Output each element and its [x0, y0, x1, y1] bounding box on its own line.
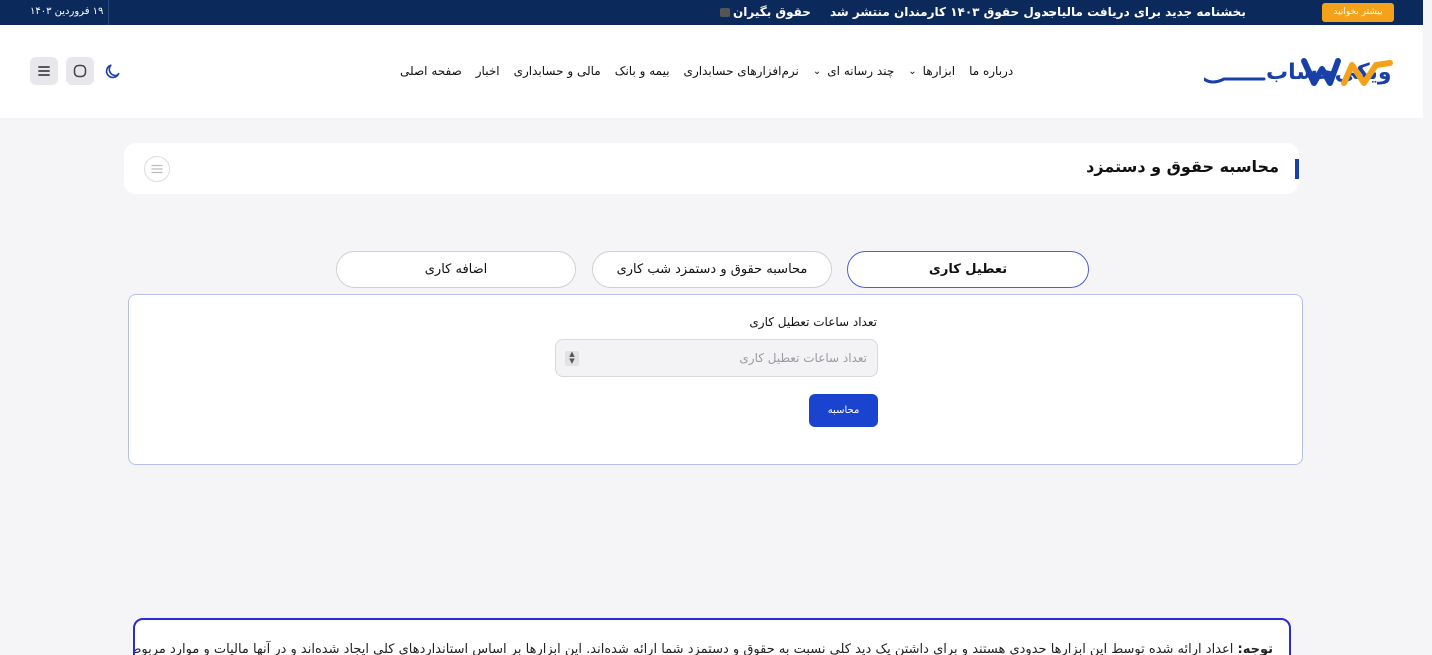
calculator-form: تعداد ساعات تعطیل کاری ▲▼ محاسبه [128, 294, 1303, 465]
dark-mode-toggle[interactable] [99, 57, 127, 85]
page-title-card: محاسبه حقوق و دستمزد [124, 143, 1299, 194]
nav-item-finance[interactable]: مالی و حسابداری [514, 64, 601, 78]
read-more-button[interactable]: بیشتر بخوانید [1322, 3, 1394, 22]
toc-button[interactable] [144, 156, 170, 182]
notice-box: توجه: اعداد ارائه شده توسط این ابزارها ح… [133, 618, 1291, 655]
nav-label: صفحه اصلی [400, 64, 462, 78]
news-item[interactable]: حقوق بگیران [720, 5, 811, 19]
moon-icon [105, 64, 120, 79]
nav-item-insurance[interactable]: بیمه و بانک [615, 64, 670, 78]
notice-text: توجه: اعداد ارائه شده توسط این ابزارها ح… [133, 642, 1273, 655]
nav-label: چند رسانه ای [827, 64, 895, 78]
news-label: حقوق بگیران [733, 5, 811, 19]
search-icon [73, 64, 87, 78]
hours-input[interactable] [555, 339, 878, 377]
notice-prefix: توجه: [1237, 642, 1273, 655]
news-item[interactable]: بخشنامه جدید برای دریافت مالیات [1045, 5, 1246, 19]
divider [108, 0, 109, 25]
news-icon [720, 8, 730, 17]
search-button[interactable] [66, 57, 94, 85]
tab-holiday-work[interactable]: تعطیل کاری [847, 251, 1089, 288]
nav-label: ابزارها [922, 64, 956, 78]
number-spinner[interactable]: ▲ ▼ [565, 351, 579, 366]
main-nav: صفحه اصلی اخبار مالی و حسابداری بیمه و ب… [400, 61, 1025, 81]
hamburger-icon [38, 66, 50, 76]
nav-label: اخبار [475, 64, 500, 78]
list-icon [151, 164, 163, 174]
nav-item-about[interactable]: درباره ما [969, 64, 1013, 78]
nav-item-multimedia[interactable]: چند رسانه ای ⌄ [813, 64, 894, 78]
chevron-down-icon: ⌄ [812, 65, 822, 77]
nav-label: درباره ما [969, 64, 1014, 78]
nav-label: نرم‌افزارهای حسابداری [683, 64, 799, 78]
logo-mark: ویکی‌حساب [1202, 58, 1393, 86]
news-item[interactable]: جدول حقوق ۱۴۰۳ کارمندان منتشر شد [830, 5, 1057, 19]
calculate-button[interactable]: محاسبه [809, 394, 878, 427]
top-bar: ۱۹ فروردین ۱۴۰۳ حقوق بگیران جدول حقوق ۱۴… [0, 0, 1423, 25]
nav-item-home[interactable]: صفحه اصلی [400, 64, 462, 78]
nav-item-software[interactable]: نرم‌افزارهای حسابداری [684, 64, 799, 78]
tab-overtime[interactable]: اضافه کاری [336, 251, 576, 288]
nav-item-tools[interactable]: ابزارها ⌄ [908, 64, 955, 78]
tab-night-shift[interactable]: محاسبه حقوق و دستمزد شب کاری [592, 251, 832, 288]
site-header: صفحه اصلی اخبار مالی و حسابداری بیمه و ب… [0, 25, 1423, 118]
chevron-down-icon: ⌄ [908, 65, 917, 77]
hours-label: تعداد ساعات تعطیل کاری [749, 315, 877, 329]
nav-label: بیمه و بانک [614, 64, 670, 78]
nav-item-news[interactable]: اخبار [476, 64, 500, 78]
date-label: ۱۹ فروردین ۱۴۰۳ [30, 6, 104, 17]
title-accent-bar [1295, 159, 1299, 179]
site-logo[interactable]: ویکی‌حساب [1202, 55, 1394, 89]
menu-button[interactable] [30, 57, 58, 85]
page-title: محاسبه حقوق و دستمزد [1086, 157, 1279, 176]
nav-label: مالی و حسابداری [513, 64, 601, 78]
notice-body: اعداد ارائه شده توسط این ابزارها حدودی ه… [133, 642, 1234, 655]
